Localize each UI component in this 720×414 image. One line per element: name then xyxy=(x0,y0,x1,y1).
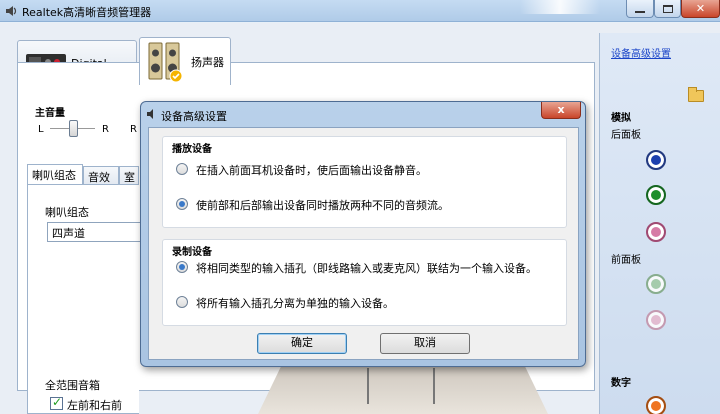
balance-slider-thumb[interactable] xyxy=(69,120,78,137)
recording-option-2-radio[interactable] xyxy=(176,296,188,308)
recording-group: 录制设备 将相同类型的输入插孔（即线路输入或麦克风）联结为一个输入设备。 将所有… xyxy=(162,239,567,326)
speaker-stand-left xyxy=(367,368,369,404)
playback-option-2-radio[interactable] xyxy=(176,198,188,210)
tab-label: 扬声器 xyxy=(191,56,224,69)
minimize-icon xyxy=(635,10,645,13)
advanced-settings-link[interactable]: 设备高级设置 xyxy=(611,45,671,60)
volume-slider-right-label: R xyxy=(130,124,137,135)
digital-label: 数字 xyxy=(611,378,631,389)
maximize-icon xyxy=(662,4,673,13)
front-panel-label: 前面板 xyxy=(611,255,641,266)
room-floor-illustration xyxy=(258,366,548,414)
tab-room-correction[interactable]: 室 xyxy=(119,166,139,184)
volume-left-label: L xyxy=(38,124,44,135)
speaker-stand-right xyxy=(433,368,435,404)
front-mic-jack[interactable] xyxy=(646,310,666,330)
speaker-config-select[interactable]: 四声道 xyxy=(47,222,142,242)
rear-line-in-jack[interactable] xyxy=(646,150,666,170)
dialog-close-button[interactable]: x xyxy=(541,102,581,119)
playback-option-1-radio[interactable] xyxy=(176,163,188,175)
rear-line-out-jack[interactable] xyxy=(646,185,666,205)
speakers-icon xyxy=(148,42,183,83)
window-title: Realtek高清晰音频管理器 xyxy=(22,6,152,19)
dialog-title: 设备高级设置 xyxy=(161,110,227,123)
title-glass-reflection xyxy=(520,0,600,14)
dialog-content: 播放设备 在插入前面耳机设备时，使后面输出设备静音。 使前部和后部输出设备同时播… xyxy=(148,127,579,360)
playback-option-1-label: 在插入前面耳机设备时，使后面输出设备静音。 xyxy=(196,164,427,177)
volume-right-label: R xyxy=(102,124,109,135)
folder-icon[interactable] xyxy=(688,87,704,102)
tab-speaker-config[interactable]: 喇叭组态 xyxy=(27,164,83,185)
playback-option-2-label: 使前部和后部输出设备同时播放两种不同的音频流。 xyxy=(196,199,449,212)
main-title-bar: Realtek高清晰音频管理器 ✕ xyxy=(0,0,720,22)
ok-button[interactable]: 确定 xyxy=(257,333,347,354)
master-volume-label: 主音量 xyxy=(35,108,65,119)
playback-group: 播放设备 在插入前面耳机设备时，使后面输出设备静音。 使前部和后部输出设备同时播… xyxy=(162,136,567,228)
tab-sound-effects[interactable]: 音效 xyxy=(83,166,119,184)
close-icon: x xyxy=(557,103,565,116)
front-lr-checkbox[interactable] xyxy=(50,395,63,410)
front-headphone-jack[interactable] xyxy=(646,274,666,294)
full-range-label: 全范围音箱 xyxy=(45,379,100,392)
speaker-app-icon xyxy=(6,6,17,16)
front-lr-label: 左前和右前 xyxy=(67,399,122,412)
analog-label: 模拟 xyxy=(611,113,631,124)
recording-option-1-radio[interactable] xyxy=(176,261,188,273)
advanced-settings-dialog: 设备高级设置 x 播放设备 在插入前面耳机设备时，使后面输出设备静音。 使前部和… xyxy=(140,101,586,367)
rear-panel-label: 后面板 xyxy=(611,130,641,141)
rear-mic-jack[interactable] xyxy=(646,222,666,242)
cancel-button[interactable]: 取消 xyxy=(380,333,470,354)
maximize-button[interactable] xyxy=(654,0,681,18)
digital-output-jack[interactable] xyxy=(646,396,666,414)
close-button[interactable]: ✕ xyxy=(681,0,720,18)
speaker-config-label: 喇叭组态 xyxy=(45,206,89,219)
recording-option-1-label: 将相同类型的输入插孔（即线路输入或麦克风）联结为一个输入设备。 xyxy=(196,262,537,275)
speaker-icon xyxy=(147,109,153,119)
recording-option-2-label: 将所有输入插孔分离为单独的输入设备。 xyxy=(196,297,394,310)
tab-speakers[interactable]: 扬声器 xyxy=(139,37,231,85)
minimize-button[interactable] xyxy=(626,0,654,18)
close-icon: ✕ xyxy=(695,2,706,15)
recording-group-title: 录制设备 xyxy=(172,247,212,258)
playback-group-title: 播放设备 xyxy=(172,144,212,155)
